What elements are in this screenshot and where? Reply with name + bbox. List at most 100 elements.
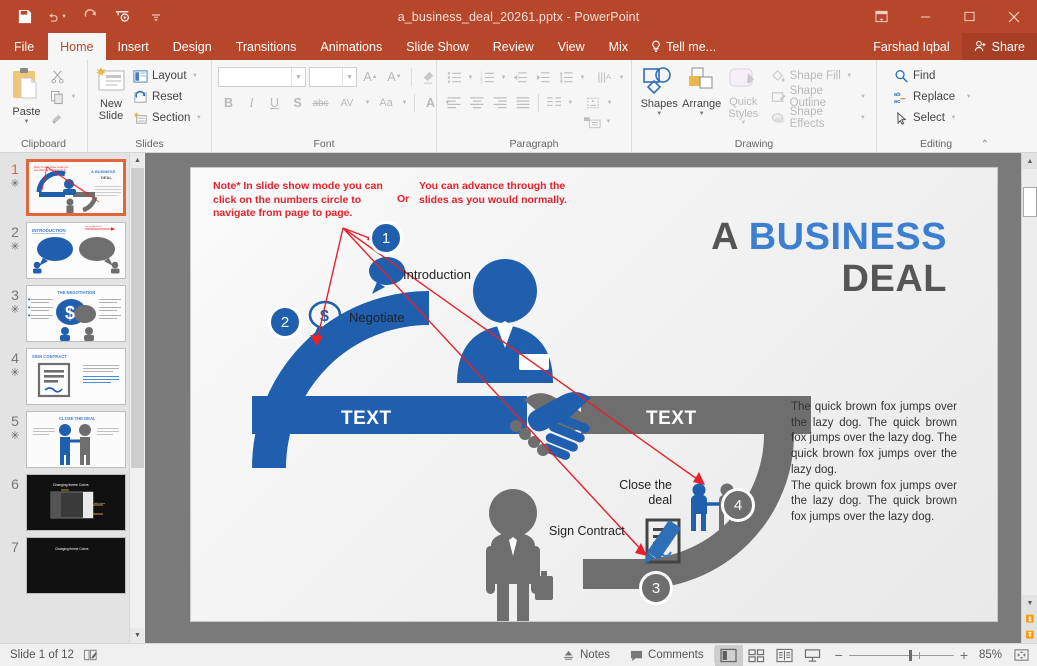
char-spacing-caret[interactable]: ▼	[363, 100, 372, 106]
italic-button[interactable]: I	[241, 93, 262, 113]
label-close-the-deal[interactable]: Close the deal	[606, 478, 672, 508]
arrange-button[interactable]: Arrange ▼	[680, 64, 722, 117]
underline-button[interactable]: U	[264, 93, 285, 113]
clear-formatting-button[interactable]	[418, 67, 439, 87]
reading-view-button[interactable]	[771, 645, 799, 666]
layout-caret[interactable]: ▼	[191, 73, 200, 79]
format-painter-button[interactable]	[47, 108, 81, 128]
notes-page-icon[interactable]	[83, 648, 98, 662]
quick-styles-button[interactable]: Quick Styles ▼	[723, 64, 764, 126]
font-name-combo[interactable]: ▼	[218, 67, 306, 87]
shape-effects-caret[interactable]: ▼	[859, 115, 867, 121]
next-slide-icon[interactable]: ⏬	[1022, 627, 1037, 643]
section-button[interactable]: Section ▼	[130, 108, 206, 128]
increase-indent-button[interactable]	[532, 67, 554, 88]
bullets-caret[interactable]: ▼	[466, 75, 475, 81]
tab-animations[interactable]: Animations	[308, 33, 394, 60]
shape-fill-button[interactable]: Shape Fill ▼	[768, 66, 870, 86]
thumbnail-image-7[interactable]: Changing theme Colors	[26, 537, 126, 594]
font-size-input[interactable]	[310, 69, 340, 86]
character-spacing-button[interactable]: AV	[333, 93, 361, 113]
arrange-caret[interactable]: ▼	[699, 111, 705, 117]
new-slide-button[interactable]: New Slide	[94, 64, 128, 122]
tab-mix[interactable]: Mix	[597, 33, 640, 60]
thumbnail-slide-7[interactable]: 7 Changing theme Colors	[0, 531, 144, 594]
scroll-thumb[interactable]	[1023, 187, 1037, 217]
tab-transitions[interactable]: Transitions	[224, 33, 309, 60]
zoom-control[interactable]: − + 85%	[827, 647, 1037, 663]
label-sign-contract[interactable]: Sign Contract	[549, 524, 625, 538]
numbering-button[interactable]: 123	[476, 67, 498, 88]
align-left-button[interactable]	[443, 92, 465, 113]
current-slide[interactable]: $	[190, 167, 998, 622]
convert-to-smartart-button[interactable]	[581, 111, 603, 132]
font-size-combo[interactable]: ▼	[309, 67, 357, 87]
copy-button[interactable]: ▼	[47, 87, 81, 107]
line-spacing-button[interactable]	[555, 67, 577, 88]
zoom-slider[interactable]	[849, 655, 954, 656]
paste-dropdown-caret[interactable]: ▼	[24, 119, 30, 125]
minimize-icon[interactable]	[903, 0, 947, 33]
change-case-caret[interactable]: ▼	[400, 100, 409, 106]
smartart-caret[interactable]: ▼	[604, 119, 613, 125]
share-button[interactable]: Share	[962, 33, 1037, 60]
thumbnail-slide-1[interactable]: 1 ✳ Note* In slide show mode you can cli…	[0, 153, 144, 216]
tab-home[interactable]: Home	[48, 33, 105, 60]
step-circle-3[interactable]: 3	[639, 571, 673, 605]
thumbnail-slide-5[interactable]: 5 ✳ CLOSE THE DEAL	[0, 405, 144, 468]
tab-view[interactable]: View	[546, 33, 597, 60]
thumbnail-image-3[interactable]: THE NEGOTIATION $	[26, 285, 126, 342]
zoom-in-button[interactable]: +	[960, 647, 968, 663]
tab-design[interactable]: Design	[161, 33, 224, 60]
thumbnail-image-6[interactable]: Changing theme Colors Select theme	[26, 474, 126, 531]
scroll-up-icon[interactable]: ▲	[1022, 153, 1037, 169]
shape-outline-button[interactable]: Shape Outline ▼	[768, 87, 870, 107]
change-case-button[interactable]: Aa	[374, 93, 398, 113]
quick-styles-caret[interactable]: ▼	[740, 120, 746, 126]
numbering-caret[interactable]: ▼	[499, 75, 508, 81]
band-text-right[interactable]: TEXT	[646, 408, 697, 430]
paste-button[interactable]: Paste ▼	[6, 64, 47, 125]
thumbnail-slide-6[interactable]: 6 Changing theme Colors Select theme	[0, 468, 144, 531]
shape-outline-caret[interactable]: ▼	[859, 94, 867, 100]
tell-me-search[interactable]: Tell me...	[640, 33, 726, 60]
cut-button[interactable]	[47, 66, 81, 86]
zoom-value[interactable]: 85%	[974, 649, 1002, 661]
slide-sorter-view-button[interactable]	[743, 645, 771, 666]
text-direction-caret[interactable]: ▼	[617, 75, 626, 81]
section-caret[interactable]: ▼	[194, 115, 203, 121]
font-size-caret-icon[interactable]: ▼	[342, 68, 356, 86]
scroll-down-icon[interactable]: ▼	[1022, 595, 1037, 611]
slide-thumbnail-pane[interactable]: 1 ✳ Note* In slide show mode you can cli…	[0, 153, 144, 643]
slide-vertical-scrollbar[interactable]: ▲ ▼ ⏫ ⏬	[1021, 153, 1037, 643]
thumbnail-scroll-thumb[interactable]	[131, 168, 144, 468]
columns-caret[interactable]: ▼	[566, 100, 575, 106]
thumbnail-image-4[interactable]: SIGN CONTRACT	[26, 348, 126, 405]
label-introduction[interactable]: Introduction	[403, 267, 471, 282]
thumbnail-slide-2[interactable]: 2 ✳ INTRODUCTION You can edit this text	[0, 216, 144, 279]
thumbnail-slide-4[interactable]: 4 ✳ SIGN CONTRACT	[0, 342, 144, 405]
label-negotiate[interactable]: Negotiate	[349, 310, 405, 325]
tab-file[interactable]: File	[0, 33, 48, 60]
shape-fill-caret[interactable]: ▼	[845, 73, 854, 79]
align-text-button[interactable]	[582, 92, 604, 113]
bold-button[interactable]: B	[218, 93, 239, 113]
font-name-input[interactable]	[219, 69, 289, 86]
thumbnail-image-5[interactable]: CLOSE THE DEAL	[26, 411, 126, 468]
decrease-indent-button[interactable]	[509, 67, 531, 88]
align-text-caret[interactable]: ▼	[605, 100, 614, 106]
replace-caret[interactable]: ▼	[964, 94, 973, 100]
columns-button[interactable]	[543, 92, 565, 113]
comments-button[interactable]: Comments	[620, 644, 714, 666]
select-caret[interactable]: ▼	[949, 115, 958, 121]
text-direction-button[interactable]: A	[594, 67, 616, 88]
band-text-left[interactable]: TEXT	[341, 408, 392, 430]
thumbnail-image-2[interactable]: INTRODUCTION You can edit this text	[26, 222, 126, 279]
strikethrough-button[interactable]: abc	[310, 93, 331, 113]
slide-title[interactable]: A BUSINESS DEAL	[711, 216, 947, 300]
step-circle-1[interactable]: 1	[369, 221, 403, 255]
fit-slide-icon[interactable]	[1014, 648, 1029, 662]
zoom-slider-handle[interactable]	[909, 650, 912, 661]
thumbnail-scroll-up-icon[interactable]: ▲	[130, 153, 144, 168]
select-button[interactable]: Select ▼	[891, 108, 976, 128]
